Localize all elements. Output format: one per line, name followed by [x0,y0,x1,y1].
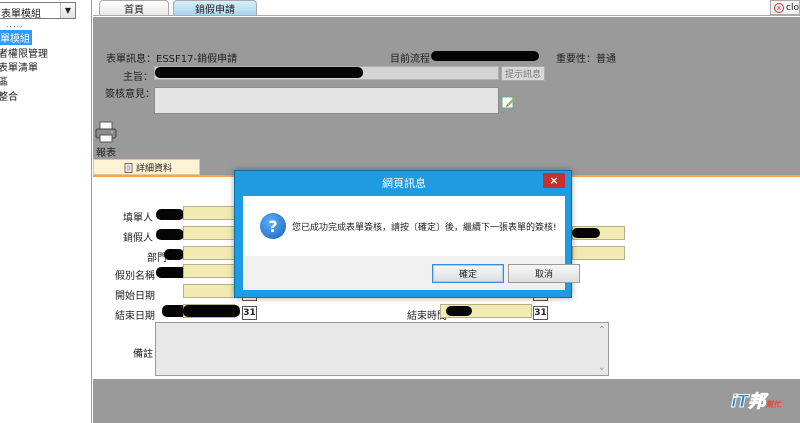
sidebar-item-form-list[interactable]: 表單清單 [0,59,38,74]
redacted-right-1 [572,228,600,238]
redacted-applicant [156,209,184,220]
department-field[interactable] [183,246,235,260]
dialog-close-button[interactable]: × [543,173,565,188]
redacted-end-time [446,306,472,316]
dialog-title: 網頁訊息 [382,177,426,190]
leave-person-label: 銷假人 [123,233,153,244]
redacted-subject [155,67,363,78]
cancel-button[interactable]: 取消 [508,264,580,283]
watermark-sub: 幫忙 [765,400,782,409]
sidebar-item-area[interactable]: 區 [0,73,8,88]
dialog-message: 您已成功完成表單簽核，請按〔確定〕後，繼續下一張表單的簽核! [292,223,557,233]
module-select-value: 表單模組 [1,9,41,20]
memo-textarea[interactable]: ⌃ ⌄ [155,322,609,376]
tab-bar: 首頁 銷假申請 x clo [93,0,800,16]
end-date-label: 結束日期 [115,311,155,322]
tab-leave-cancel-request[interactable]: 銷假申請 [173,0,257,16]
current-flow-label: 目前流程 [390,54,430,65]
module-select[interactable]: 表單模組 ▼ [0,2,76,20]
leave-type-label: 假別名稱 [115,271,155,282]
comment-label: 簽核意見： [105,89,155,100]
ok-button[interactable]: 確定 [432,264,504,283]
scroll-up-icon[interactable]: ⌃ [598,325,606,336]
start-date-field[interactable] [183,284,235,298]
close-icon: x [774,2,784,13]
right-field-2[interactable] [572,246,625,260]
sidebar-item-permissions[interactable]: 者權限管理 [0,45,48,60]
form-info-label: 表單訊息：ESSF17-銷假申請 [106,54,238,65]
report-label[interactable]: 報表 [96,144,116,159]
tab-detail-info[interactable]: 詳細資料 [93,159,200,175]
form-header: 表單訊息：ESSF17-銷假申請 目前流程 重要性：普通 主旨： 提示訊息 簽核… [93,17,800,179]
chevron-down-icon[interactable]: ▼ [60,3,75,18]
watermark-text: iT邦 [730,392,766,413]
redacted-end-date-value [183,305,239,317]
close-tab-button[interactable]: x clo [770,0,800,15]
close-tab-label: clo [786,2,799,13]
edit-pencil-icon[interactable] [501,94,517,110]
redacted-flow [431,51,539,61]
printer-icon[interactable] [95,121,117,143]
sidebar-item-module[interactable]: 單模組 [0,30,32,45]
web-message-dialog: 網頁訊息 × ? 您已成功完成表單簽核，請按〔確定〕後，繼續下一張表單的簽核! … [234,170,580,298]
leave-type-field[interactable] [183,264,235,278]
dialog-footer: 確定 取消 [243,256,580,290]
leave-person-field[interactable] [183,226,235,240]
redacted-leave-person [156,229,184,240]
sidebar-item-integration[interactable]: 整合 [0,88,18,103]
memo-label: 備註 [133,349,153,360]
document-icon [124,163,133,173]
applicant-label: 填單人 [123,213,153,224]
tab-home[interactable]: 首頁 [99,0,169,16]
calendar-icon[interactable]: 31 [533,306,548,320]
question-icon: ? [260,213,286,239]
importance-label: 重要性：普通 [556,54,616,65]
applicant-field[interactable] [183,206,235,220]
subject-label: 主旨： [123,72,153,83]
comment-textarea[interactable] [154,87,499,114]
calendar-icon[interactable]: 31 [242,306,257,320]
start-date-label: 開始日期 [115,291,155,302]
main-footer-area [93,379,800,423]
scroll-down-icon[interactable]: ⌄ [598,362,606,373]
sidebar-divider: ..... [6,20,24,29]
detail-tab-label: 詳細資料 [136,163,173,174]
hint-message-button[interactable]: 提示訊息 [501,66,545,81]
dialog-body: ? 您已成功完成表單簽核，請按〔確定〕後，繼續下一張表單的簽核! [243,196,565,256]
sidebar: 表單模組 ▼ ..... 單模組 者權限管理 表單清單 區 整合 [0,0,92,423]
ithome-watermark-logo: iT邦幫忙 [730,387,782,413]
redacted-department [164,249,184,260]
